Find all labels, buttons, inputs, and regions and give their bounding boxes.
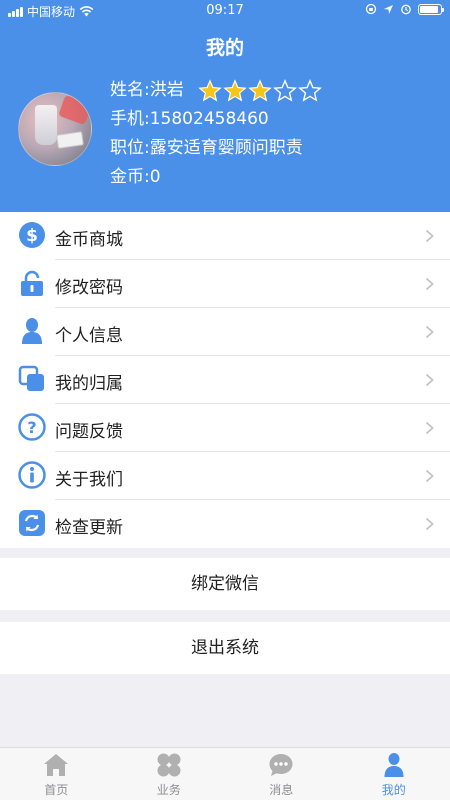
star-filled-icon bbox=[223, 78, 247, 101]
chevron-right-icon bbox=[425, 469, 434, 483]
chevron-right-icon bbox=[425, 277, 434, 291]
name-row: 姓名: 洪岩 bbox=[110, 76, 322, 105]
avatar[interactable] bbox=[18, 92, 92, 166]
star-filled-icon bbox=[198, 78, 222, 101]
dollar-icon: $ bbox=[19, 222, 45, 248]
menu-item-personal-info[interactable]: 个人信息 bbox=[0, 308, 450, 356]
menu-item-label: 问题反馈 bbox=[55, 422, 123, 442]
chevron-right-icon bbox=[425, 325, 434, 339]
user-name: 洪岩 bbox=[149, 80, 184, 100]
logout-button[interactable]: 退出系统 bbox=[0, 622, 450, 674]
user-icon bbox=[384, 753, 403, 777]
phone-label: 手机: bbox=[110, 109, 150, 129]
lock-icon bbox=[21, 270, 43, 296]
tab-bar: 首页 业务 消息 我的 bbox=[0, 747, 450, 800]
rating-stars bbox=[198, 78, 322, 103]
menu-item-about-us[interactable]: 关于我们 bbox=[0, 452, 450, 500]
position-label: 职位: bbox=[110, 138, 150, 158]
menu-item-label: 关于我们 bbox=[55, 470, 123, 490]
phone-row: 手机: 15802458460 bbox=[110, 105, 322, 134]
menu-item-feedback[interactable]: ? 问题反馈 bbox=[0, 404, 450, 452]
tab-label: 首页 bbox=[44, 783, 69, 797]
star-empty-icon bbox=[272, 78, 297, 102]
info-icon bbox=[18, 461, 46, 489]
clover-icon bbox=[157, 753, 180, 777]
coins-label: 金币: bbox=[110, 167, 150, 187]
menu-item-label: 个人信息 bbox=[55, 326, 123, 346]
star-filled-icon bbox=[248, 78, 272, 101]
menu-item-label: 修改密码 bbox=[55, 278, 123, 298]
menu-item-change-password[interactable]: 修改密码 bbox=[0, 260, 450, 308]
person-icon bbox=[22, 318, 42, 344]
chevron-right-icon bbox=[425, 517, 434, 531]
home-icon bbox=[44, 754, 68, 776]
location-icon bbox=[384, 4, 393, 14]
coins-value: 0 bbox=[149, 167, 161, 187]
tab-home[interactable]: 首页 bbox=[0, 748, 113, 800]
tab-label: 我的 bbox=[381, 783, 406, 797]
question-icon: ? bbox=[18, 413, 46, 441]
rotation-lock-icon bbox=[365, 3, 377, 15]
refresh-icon bbox=[19, 510, 45, 536]
coins-row: 金币: 0 bbox=[110, 163, 322, 192]
menu-item-check-update[interactable]: 检查更新 bbox=[0, 500, 450, 548]
menu-item-label: 检查更新 bbox=[55, 518, 123, 538]
settings-menu: $ 金币商城 修改密码 个人信息 我的归属 ? 问题反馈 关于我们 检查更新 bbox=[0, 212, 450, 548]
profile-info: 姓名: 洪岩 手机: 15802458460 职位: 露安适育婴顾问职责 金币:… bbox=[110, 76, 322, 192]
position-value: 露安适育婴顾问职责 bbox=[149, 138, 303, 158]
chevron-right-icon bbox=[425, 373, 434, 387]
menu-item-coin-mall[interactable]: $ 金币商城 bbox=[0, 212, 450, 260]
menu-item-my-affiliation[interactable]: 我的归属 bbox=[0, 356, 450, 404]
chevron-right-icon bbox=[425, 421, 434, 435]
tab-business[interactable]: 业务 bbox=[113, 748, 226, 800]
tab-label: 业务 bbox=[156, 783, 181, 797]
menu-item-label: 我的归属 bbox=[55, 374, 123, 394]
phone-number: 15802458460 bbox=[149, 109, 269, 129]
profile-header: 中国移动 09:17 我的 姓名: 洪岩 手机: 15802458460 职位:… bbox=[0, 0, 450, 212]
status-bar: 中国移动 09:17 bbox=[0, 0, 450, 22]
position-row: 职位: 露安适育婴顾问职责 bbox=[110, 134, 322, 163]
battery-icon bbox=[418, 3, 444, 15]
tab-label: 消息 bbox=[269, 783, 294, 797]
bind-wechat-button[interactable]: 绑定微信 bbox=[0, 558, 450, 610]
name-label: 姓名: bbox=[110, 80, 150, 100]
tab-messages[interactable]: 消息 bbox=[225, 748, 338, 800]
menu-item-label: 金币商城 bbox=[55, 230, 123, 250]
alarm-icon bbox=[401, 4, 411, 15]
chevron-right-icon bbox=[425, 229, 434, 243]
svg-text:?: ? bbox=[27, 418, 36, 437]
tab-mine[interactable]: 我的 bbox=[338, 748, 450, 800]
page-title: 我的 bbox=[205, 37, 244, 59]
star-empty-icon bbox=[297, 78, 322, 102]
svg-text:$: $ bbox=[26, 226, 38, 246]
overlap-squares-icon bbox=[18, 365, 44, 391]
chat-icon bbox=[269, 754, 293, 776]
